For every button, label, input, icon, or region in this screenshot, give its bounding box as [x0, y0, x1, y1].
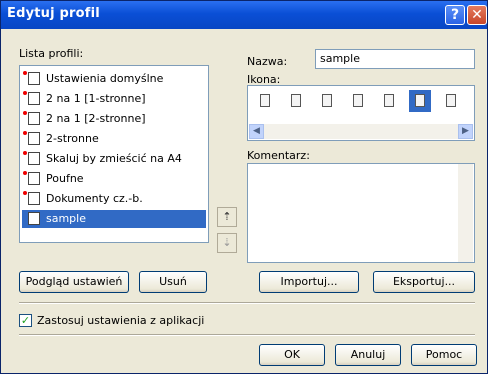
name-field[interactable]: sample: [315, 49, 475, 69]
ok-button[interactable]: OK: [259, 344, 325, 366]
profile-glyph-icon: [384, 94, 394, 107]
preview-settings-button[interactable]: Podgląd ustawień: [19, 271, 129, 293]
scroll-right-icon[interactable]: ▶: [458, 124, 473, 139]
profile-glyph-icon: [260, 94, 270, 107]
move-down-arrow-button[interactable]: ⇣: [217, 233, 237, 253]
edit-profile-dialog: Edytuj profil ? ✕ Lista profili: Ustawie…: [0, 0, 488, 374]
list-item[interactable]: 2 na 1 [2-stronne]: [22, 110, 206, 128]
list-item[interactable]: Ustawienia domyślne: [22, 70, 206, 88]
apply-from-app-checkbox[interactable]: ✓: [19, 314, 32, 327]
red-dot-icon: [23, 91, 27, 95]
import-button[interactable]: Importuj...: [259, 271, 359, 293]
scale-to-a4-icon: [28, 152, 40, 165]
red-dot-icon: [23, 171, 27, 175]
list-item[interactable]: sample: [22, 210, 206, 228]
delete-button[interactable]: Usuń: [139, 271, 207, 293]
name-label: Nazwa:: [247, 55, 288, 68]
icon-picker-scrollbar[interactable]: ◀ ▶: [249, 124, 473, 139]
cancel-button[interactable]: Anuluj: [335, 344, 401, 366]
profile-glyph-icon: [446, 94, 456, 107]
list-item-label: 2 na 1 [2-stronne]: [46, 112, 146, 125]
icon-option[interactable]: [409, 90, 431, 112]
list-item-label: Skaluj by zmieścić na A4: [46, 152, 182, 165]
list-item-label: Ustawienia domyślne: [46, 72, 164, 85]
profile-list-label: Lista profili:: [19, 47, 84, 60]
list-item-label: 2 na 1 [1-stronne]: [46, 92, 146, 105]
icon-option[interactable]: [316, 90, 338, 112]
list-item[interactable]: Dokumenty cz.-b.: [22, 190, 206, 208]
confidential-icon: [28, 172, 40, 185]
duplex-icon: [28, 132, 40, 145]
list-item-label: Dokumenty cz.-b.: [46, 192, 143, 205]
list-item-label: Poufne: [46, 172, 84, 185]
checkmark-icon: ✓: [20, 314, 31, 327]
profile-glyph-icon: [353, 94, 363, 107]
red-dot-icon: [23, 111, 27, 115]
comment-scrollbar[interactable]: [458, 164, 473, 262]
icon-picker[interactable]: ◀ ▶: [247, 85, 475, 141]
list-item[interactable]: Poufne: [22, 170, 206, 188]
profile-glyph-icon: [322, 94, 332, 107]
help-button[interactable]: Pomoc: [411, 344, 477, 366]
window-title: Edytuj profil: [7, 6, 100, 21]
two-up-one-sided-icon: [28, 92, 40, 105]
comment-label: Komentarz:: [247, 149, 310, 162]
red-dot-icon: [23, 131, 27, 135]
list-item[interactable]: 2 na 1 [1-stronne]: [22, 90, 206, 108]
icon-option[interactable]: [378, 90, 400, 112]
list-item[interactable]: 2-stronne: [22, 130, 206, 148]
icon-option[interactable]: [254, 90, 276, 112]
red-dot-icon: [23, 71, 27, 75]
profile-glyph-icon: [291, 94, 301, 107]
default-settings-icon: [28, 72, 40, 85]
close-title-button[interactable]: ✕: [467, 5, 487, 25]
separator: [19, 302, 475, 304]
sample-profile-icon: [28, 212, 40, 225]
red-dot-icon: [23, 151, 27, 155]
red-dot-icon: [23, 191, 27, 195]
bw-document-icon: [28, 192, 40, 205]
scroll-left-icon[interactable]: ◀: [249, 124, 264, 139]
export-button[interactable]: Eksportuj...: [373, 271, 475, 293]
list-item[interactable]: Skaluj by zmieścić na A4: [22, 150, 206, 168]
apply-from-app-label: Zastosuj ustawienia z aplikacji: [37, 314, 205, 327]
title-bar: Edytuj profil ? ✕: [1, 1, 487, 29]
icon-option[interactable]: [347, 90, 369, 112]
comment-field[interactable]: [247, 163, 475, 263]
profile-list[interactable]: Ustawienia domyślne 2 na 1 [1-stronne] 2 n…: [19, 65, 209, 243]
arrow-down-icon: ⇣: [222, 236, 232, 249]
arrow-up-icon: ⇡: [222, 210, 232, 223]
icon-option[interactable]: [285, 90, 307, 112]
two-up-two-sided-icon: [28, 112, 40, 125]
icon-option[interactable]: [440, 90, 462, 112]
list-item-label: sample: [46, 212, 86, 225]
move-up-arrow-button[interactable]: ⇡: [217, 207, 237, 227]
separator-bottom: [19, 334, 475, 336]
list-item-label: 2-stronne: [46, 132, 99, 145]
profile-glyph-icon: [415, 94, 425, 107]
help-title-button[interactable]: ?: [445, 5, 465, 25]
